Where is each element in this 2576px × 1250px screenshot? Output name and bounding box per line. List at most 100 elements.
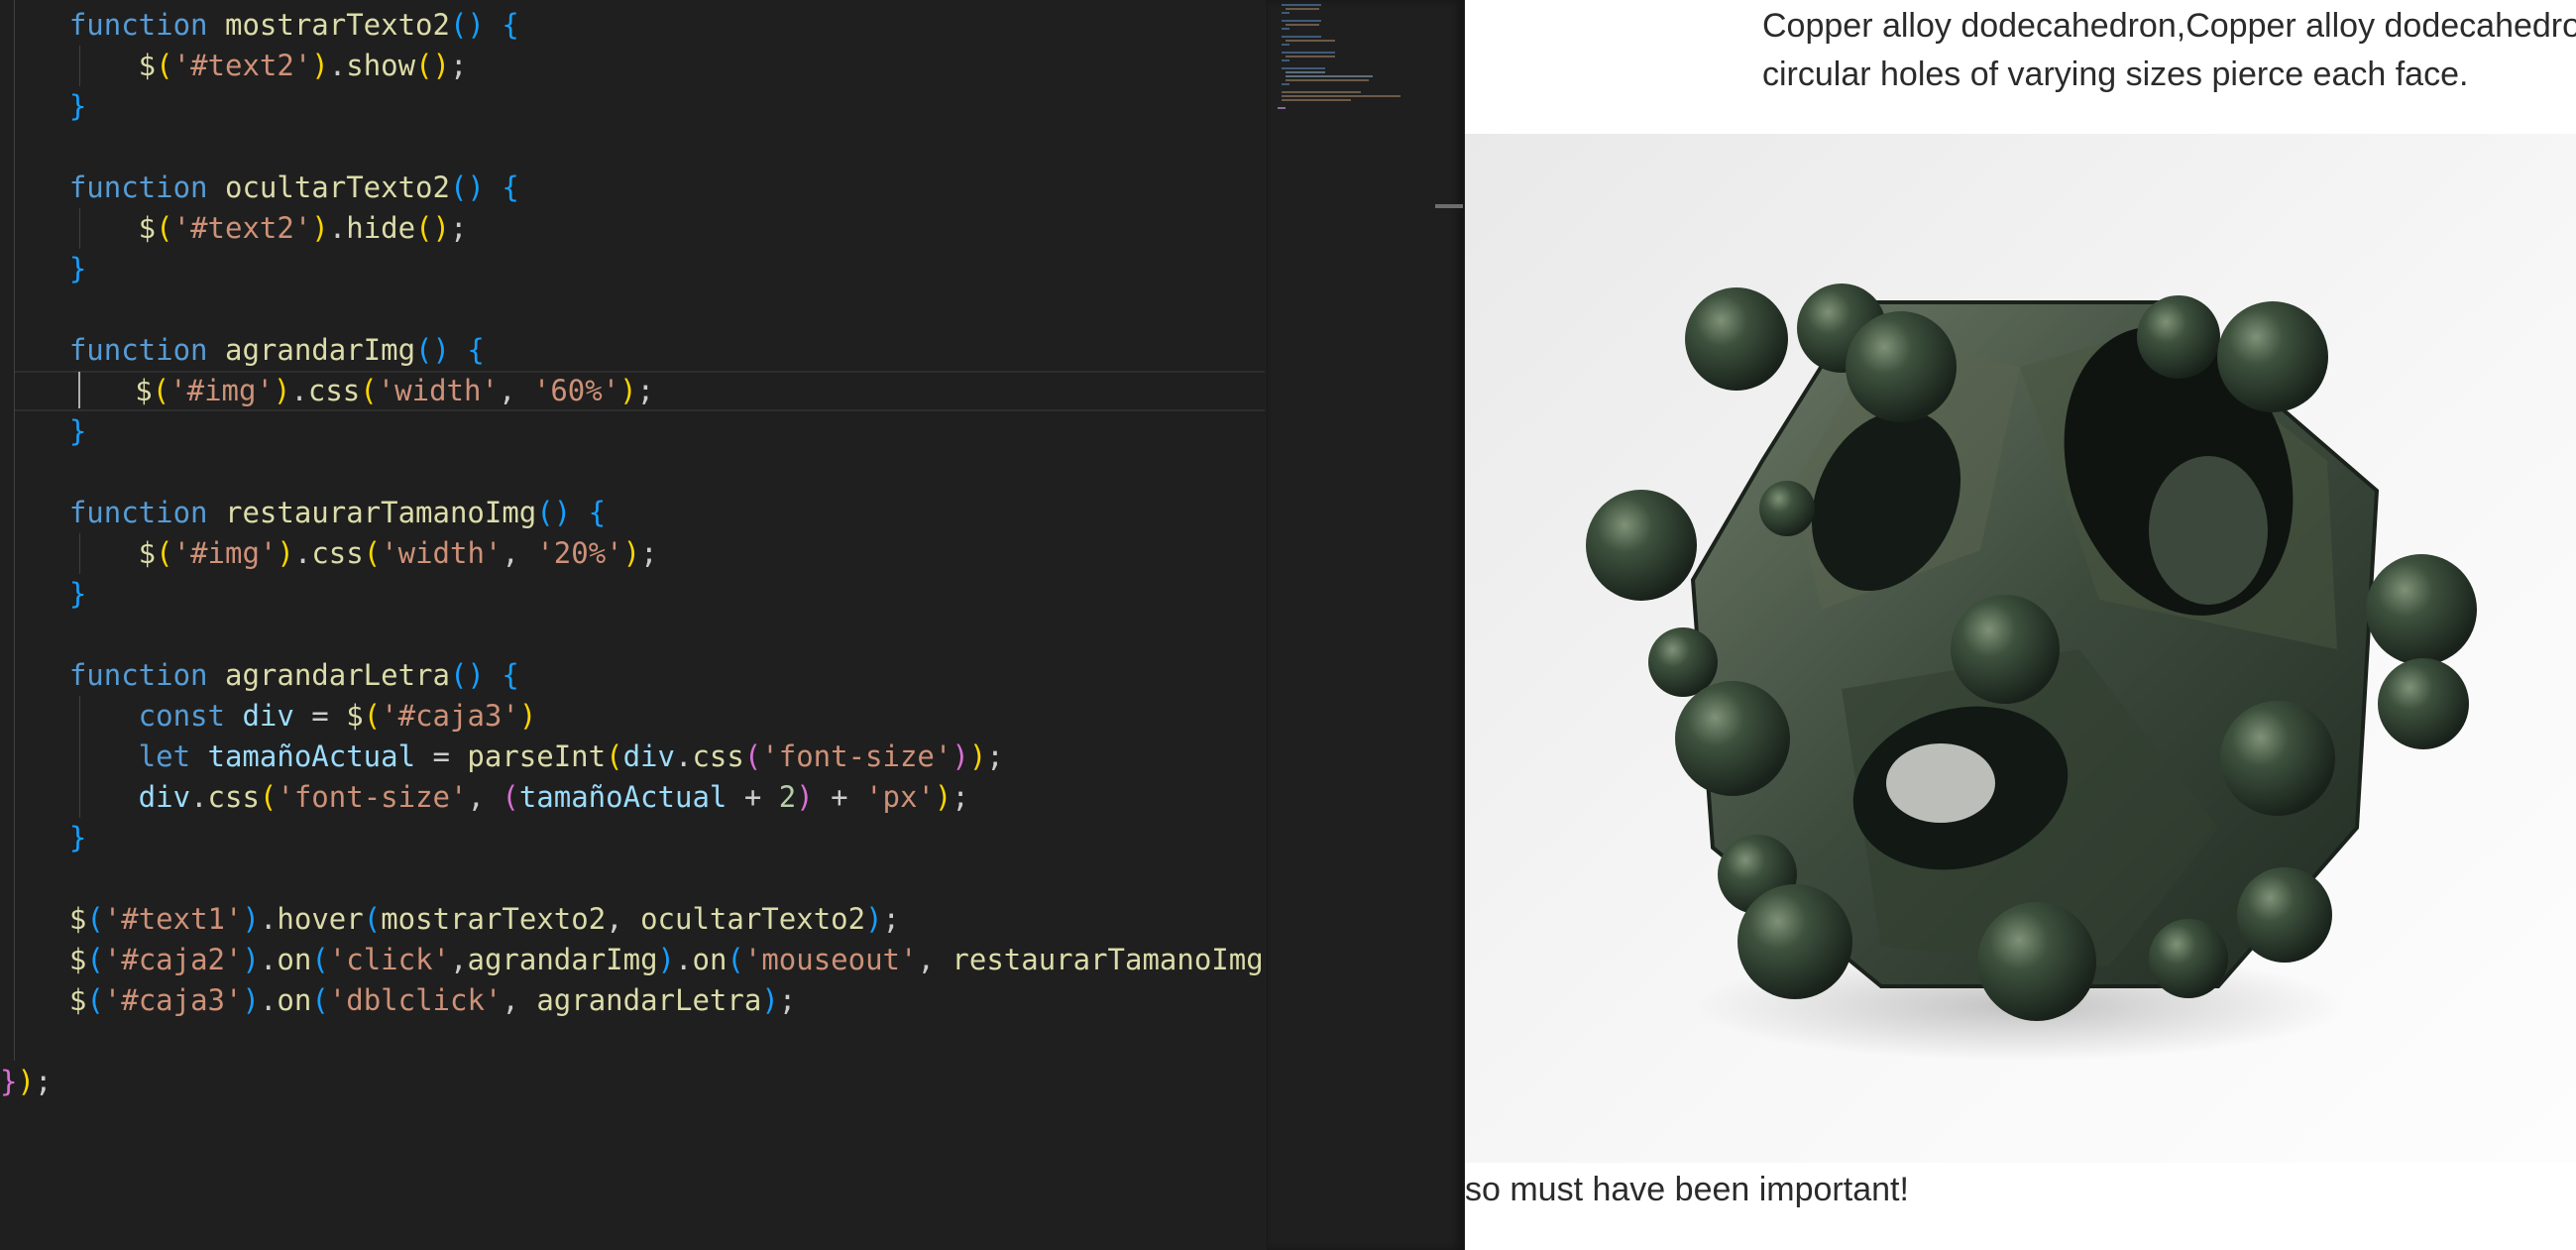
browser-preview: Copper alloy dodecahedron,Copper alloy d… [1465,0,2576,1250]
code-token: $ [346,699,364,733]
indent-guide [14,0,15,1061]
code-line[interactable]: function agrandarImg() { [0,330,485,371]
code-token: '#img' [172,536,278,570]
code-token: ; [882,902,901,936]
code-line[interactable]: const div = $('#caja3') [0,696,537,737]
code-line[interactable]: $('#caja2').on('click',agrandarImg).on('… [0,940,1267,980]
code-token: , [450,943,468,976]
code-token: ) [968,739,987,773]
code-token: on [692,943,728,976]
code-line[interactable]: $('#text1').hover(mostrarTexto2, ocultar… [0,899,900,940]
knob [2137,295,2220,379]
code-token: ; [450,211,468,245]
indent-guide [79,533,80,574]
code-token: agrandarImg [467,943,658,976]
code-line[interactable]: $('#text2').show(); [0,46,468,86]
code-token: ; [636,374,655,407]
code-token: . [328,49,347,82]
code-token: ) [311,211,329,245]
code-token: 'px' [865,780,935,814]
knob [2237,867,2332,963]
minimap-line [1282,83,1289,85]
code-line[interactable]: $('#img').css('width', '20%'); [0,533,658,574]
code-token: . [259,943,278,976]
code-token: ; [450,49,468,82]
code-token: ( [363,699,382,733]
code-token: () [415,49,450,82]
code-token: ( [156,536,173,570]
code-line[interactable]: $('#caja3').on('dblclick', agrandarLetra… [0,980,796,1021]
code-token: , [502,983,537,1017]
code-token: ) [242,902,260,936]
code-token: function [0,170,225,204]
knob [1737,884,1852,999]
code-token: '#text2' [172,211,312,245]
knob [2366,554,2477,665]
code-editor[interactable]: function mostrarTexto2() { $('#text2').s… [0,0,1267,1250]
scrollbar-thumb[interactable] [1435,204,1463,208]
minimap-line [1282,59,1289,61]
knob [1977,902,2096,1021]
code-line[interactable]: div.css('font-size', (tamañoActual + 2) … [0,777,969,818]
code-token: = [293,699,347,733]
minimap-line [1282,28,1289,30]
code-token: ) [273,374,291,407]
code-token: ocultarTexto2 [224,170,450,204]
code-token: ) [242,983,260,1017]
code-token: div [0,780,191,814]
code-line[interactable]: function mostrarTexto2() { [0,5,519,46]
code-token: . [190,780,208,814]
code-token: ; [778,983,797,1017]
code-token: ) [657,943,676,976]
minimap-line [1282,95,1400,97]
code-token: tamañoActual [518,780,728,814]
code-token: ) [622,536,641,570]
dodecahedron-image[interactable] [1465,134,2576,1163]
code-token: let [0,739,208,773]
footer-text: so must have been important! [1465,1171,1909,1208]
code-token: ) [518,699,537,733]
code-token: , [917,943,952,976]
code-token: + [727,780,779,814]
code-token: restaurarTamanoImg [952,943,1264,976]
code-token: ( [86,983,104,1017]
code-line[interactable]: $('#text2').hide(); [0,208,468,249]
code-line[interactable]: function restaurarTamanoImg() { [0,493,606,533]
code-token: ( [502,780,519,814]
code-token: agrandarLetra [224,658,450,692]
code-token: tamañoActual [207,739,416,773]
code-token: function [0,658,225,692]
code-line[interactable]: function ocultarTexto2() { [0,168,519,208]
code-line-active[interactable]: $('#img').css('width', '60%'); [14,371,1265,411]
code-token: ( [156,49,173,82]
code-line[interactable]: function agrandarLetra() { [0,655,519,696]
code-token: () { [449,170,519,204]
knob [2220,701,2335,816]
minimap-line [1286,56,1335,57]
code-token: '#caja3' [103,983,243,1017]
code-token: 'font-size' [761,739,952,773]
code-token: '20%' [536,536,623,570]
indent-guide [79,696,80,818]
code-token: '#img' [169,374,274,407]
code-token: 'width' [381,536,503,570]
knob [1685,287,1788,391]
code-token: ( [152,374,170,407]
caption-text-line-1: Copper alloy dodecahedron,Copper alloy d… [1762,7,2576,45]
minimap-line [1282,99,1351,101]
code-token: hide [346,211,416,245]
code-token: ( [86,943,104,976]
code-token: ) [619,374,637,407]
code-token: const [0,699,243,733]
code-line[interactable]: }); [0,1062,52,1102]
indent-guide [79,208,80,249]
minimap[interactable] [1267,0,1464,1250]
code-token: . [328,211,347,245]
code-token: ( [311,943,329,976]
minimap-line [1282,44,1289,46]
code-token: . [290,374,308,407]
code-token: 'font-size' [277,780,468,814]
minimap-line [1282,12,1289,14]
code-line[interactable]: let tamañoActual = parseInt(div.css('fon… [0,737,1004,777]
minimap-line [1286,8,1319,10]
